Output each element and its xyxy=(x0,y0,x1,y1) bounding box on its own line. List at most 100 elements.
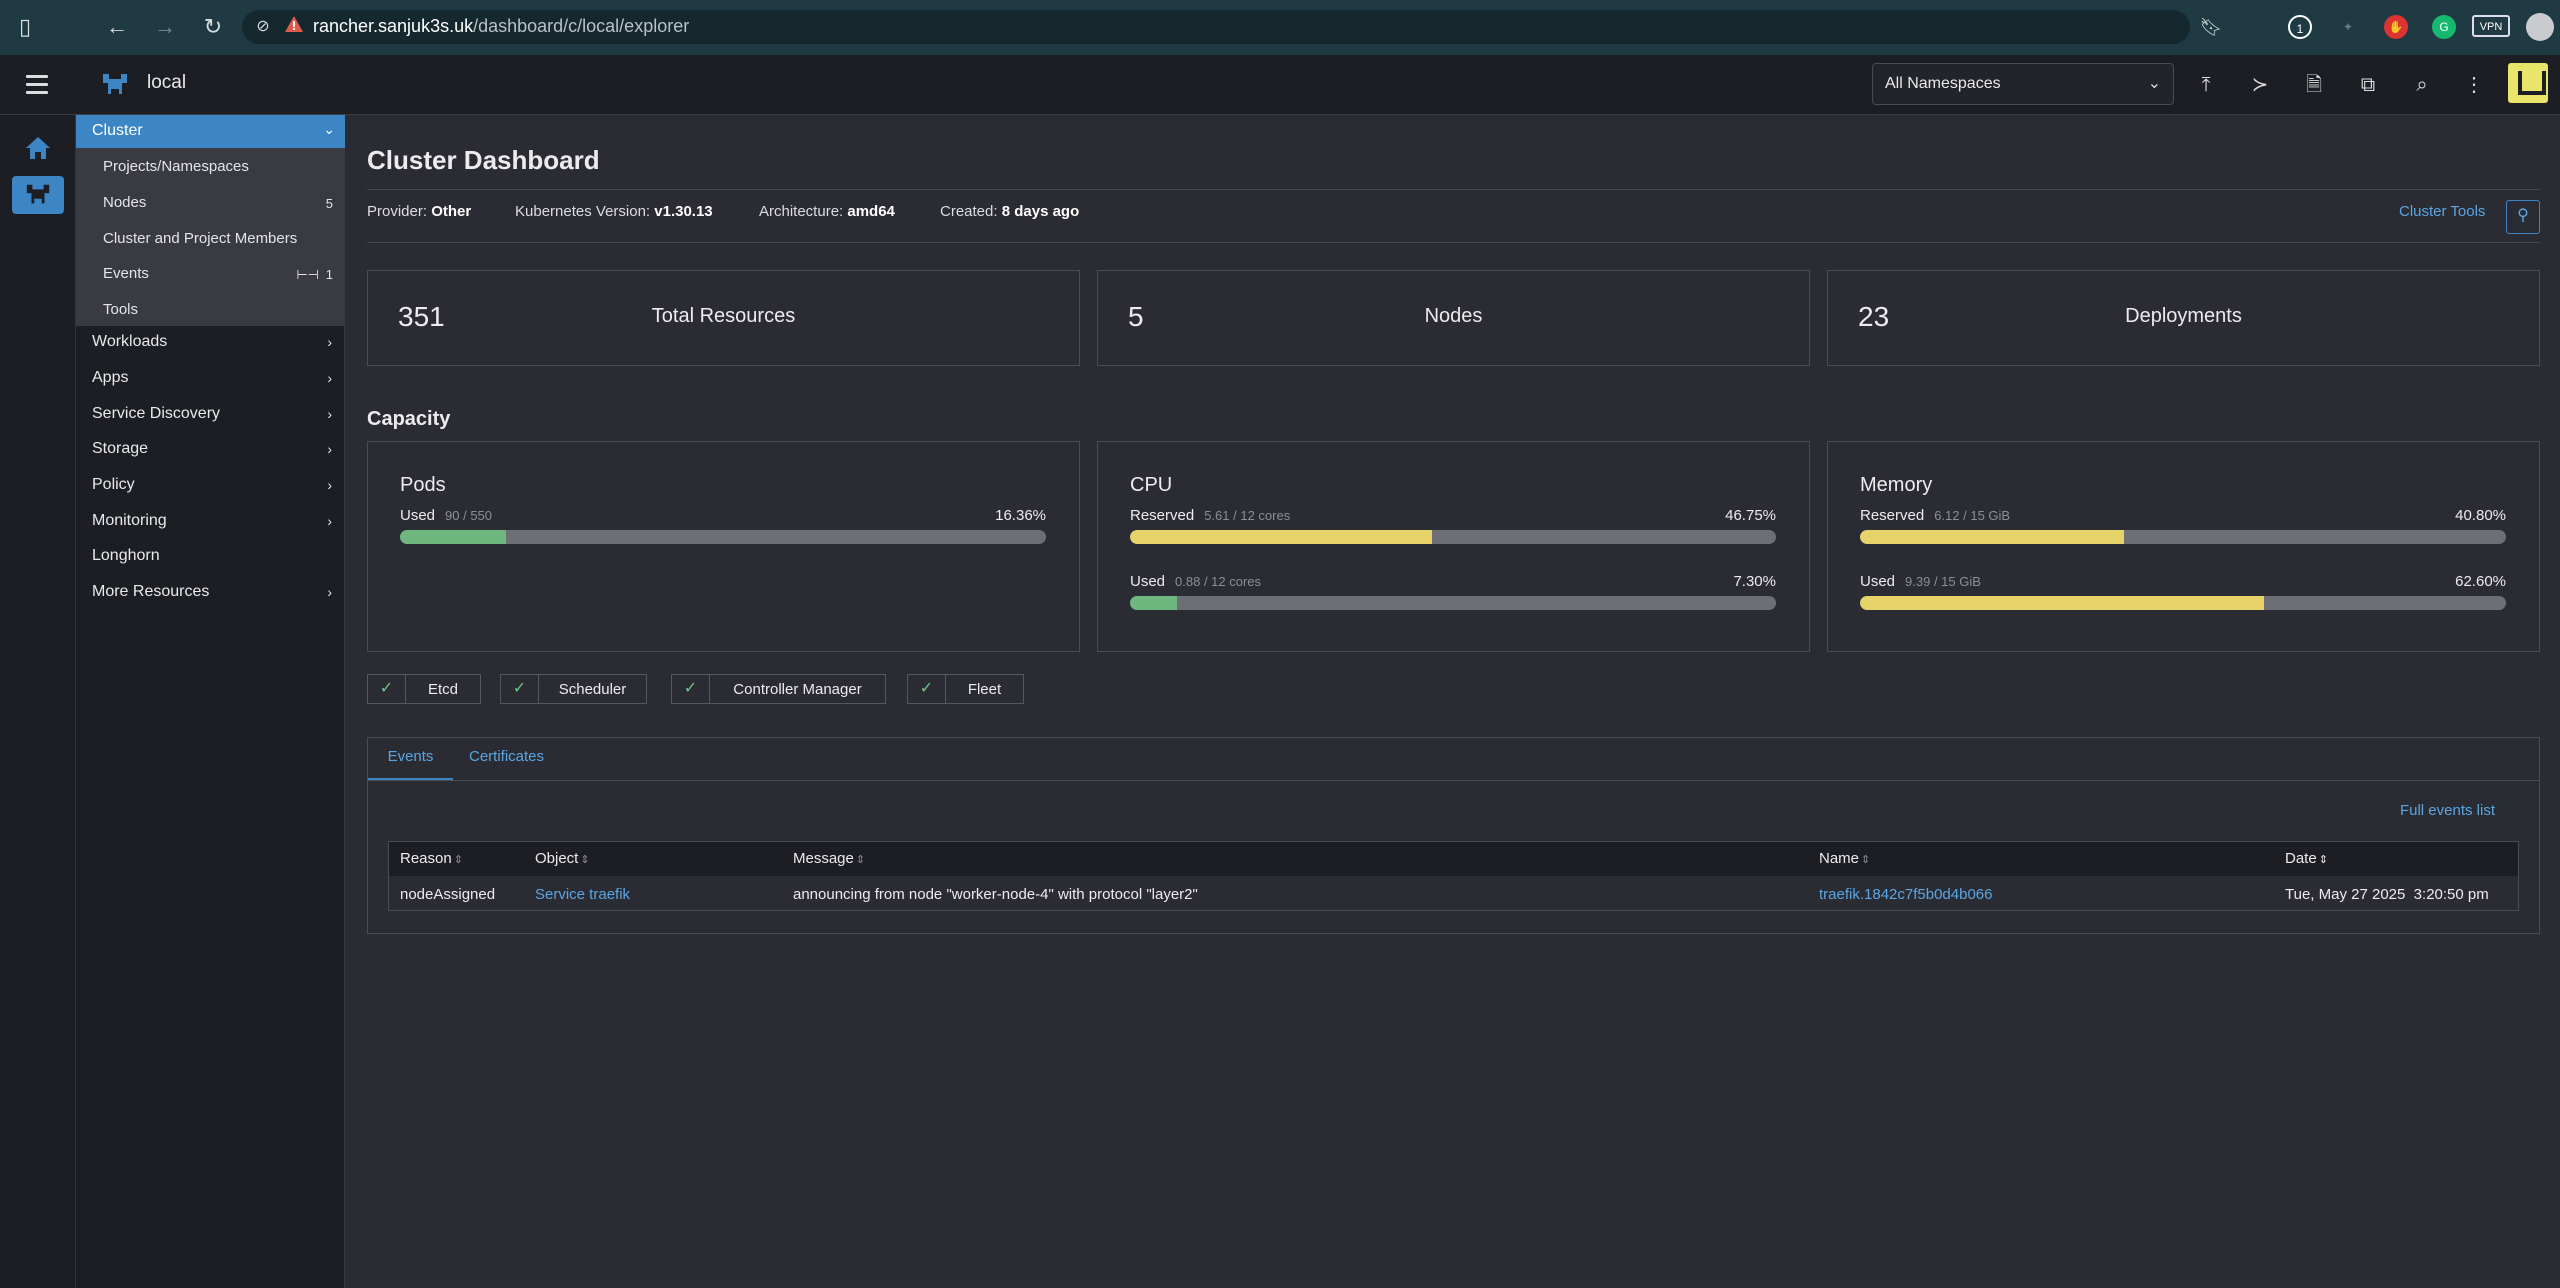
adblock-icon[interactable]: ✋ xyxy=(2384,15,2408,39)
sidebar-toggle-icon[interactable]: ▯ xyxy=(12,14,38,40)
nav-item-storage[interactable]: Storage xyxy=(92,440,148,458)
tab-events[interactable]: Events xyxy=(368,738,453,780)
nav-group-cluster[interactable]: Cluster ⌄ xyxy=(76,115,345,148)
column-header-object[interactable]: Object ⇕ xyxy=(535,850,590,867)
column-header-reason[interactable]: Reason ⇕ xyxy=(400,850,463,867)
chevron-right-icon: › xyxy=(327,406,332,422)
nav-item-workloads[interactable]: Workloads xyxy=(92,333,167,351)
count-card-deployments[interactable]: 23 Deployments xyxy=(1827,270,2540,366)
vpn-icon[interactable]: VPN xyxy=(2472,15,2510,37)
nav-item-cluster-project-members[interactable]: Cluster and Project Members xyxy=(103,230,297,247)
check-icon: ✓ xyxy=(672,675,710,703)
copy-kubeconfig-icon[interactable]: ⧉ xyxy=(2354,71,2382,99)
check-icon: ✓ xyxy=(908,675,946,703)
capacity-card-cpu: CPU Reserved 5.61 / 12 cores 46.75% Used 0… xyxy=(1097,441,1810,652)
more-options-icon[interactable]: ⋮ xyxy=(2460,71,2488,99)
home-icon[interactable] xyxy=(24,134,52,162)
nav-item-nodes[interactable]: Nodes xyxy=(103,194,146,211)
nav-item-apps[interactable]: Apps xyxy=(92,369,128,387)
nav-item-policy[interactable]: Policy xyxy=(92,476,135,494)
extension-icon[interactable]: ✦ xyxy=(2336,15,2360,39)
component-status-etcd: ✓ Etcd xyxy=(367,674,481,704)
search-icon[interactable]: ⌕ xyxy=(2408,71,2436,99)
capacity-title: Capacity xyxy=(367,408,451,430)
column-header-message[interactable]: Message ⇕ xyxy=(793,850,865,867)
browser-toolbar: ▯ ← → ↻ ⊘ rancher.sanjuk3s.uk/dashboard/… xyxy=(0,0,2560,55)
check-icon: ✓ xyxy=(368,675,406,703)
progress-fill xyxy=(1130,596,1178,610)
back-icon[interactable]: ← xyxy=(104,14,130,40)
bar-percent: 7.30% xyxy=(1733,573,1776,590)
capacity-card-memory: Memory Reserved 6.12 / 15 GiB 40.80% Used… xyxy=(1827,441,2540,652)
progress-track xyxy=(1860,530,2506,544)
bar-percent: 62.60% xyxy=(2455,573,2506,590)
password-manager-icon[interactable]: 1 xyxy=(2288,15,2312,39)
progress-fill xyxy=(1860,596,2265,610)
bar-label: Used 9.39 / 15 GiB xyxy=(1860,573,1981,590)
user-avatar[interactable] xyxy=(2508,63,2548,103)
grammarly-icon[interactable]: G xyxy=(2432,15,2456,39)
meta-provider: Provider: Other xyxy=(367,203,472,220)
nav-item-events[interactable]: Events xyxy=(103,265,149,282)
component-status-scheduler: ✓ Scheduler xyxy=(500,674,647,704)
app-header: local All Namespaces ⌄ ⤒ ≻ 🗎︎ ⧉ ⌕ ⋮ xyxy=(0,55,2560,115)
nav-item-monitoring[interactable]: Monitoring xyxy=(92,512,167,530)
events-count: 1 xyxy=(325,267,333,282)
nav-item-longhorn[interactable]: Longhorn xyxy=(92,547,160,565)
cell-name-link[interactable]: traefik.1842c7f5b0d4b066 xyxy=(1819,886,1992,903)
nav-item-service-discovery[interactable]: Service Discovery xyxy=(92,405,220,423)
import-yaml-icon[interactable]: ⤒ xyxy=(2192,71,2220,99)
nav-item-more-resources[interactable]: More Resources xyxy=(92,583,209,601)
bookmark-icon[interactable]: 🔖︎ xyxy=(2198,14,2224,40)
url-text[interactable]: rancher.sanjuk3s.uk/dashboard/c/local/ex… xyxy=(313,16,689,37)
profile-avatar[interactable] xyxy=(2526,13,2554,41)
count-card-nodes[interactable]: 5 Nodes xyxy=(1097,270,1810,366)
count-card-total-resources[interactable]: 351 Total Resources xyxy=(367,270,1080,366)
progress-fill xyxy=(1130,530,1432,544)
column-header-name[interactable]: Name ⇕ xyxy=(1819,850,1870,867)
kubeconfig-file-icon[interactable]: 🗎︎ xyxy=(2300,71,2328,99)
chevron-right-icon: › xyxy=(327,513,332,529)
forward-icon[interactable]: → xyxy=(152,14,178,40)
meta-architecture: Architecture: amd64 xyxy=(759,203,895,220)
tab-certificates[interactable]: Certificates xyxy=(469,738,544,780)
nav-item-tools[interactable]: Tools xyxy=(103,301,138,318)
cell-reason: nodeAssigned xyxy=(400,886,496,903)
capacity-card-title: Memory xyxy=(1860,474,1933,496)
component-name: Fleet xyxy=(967,681,1002,698)
cell-object-link[interactable]: Service traefik xyxy=(535,886,630,903)
table-header: Reason ⇕ Object ⇕ Message ⇕ Name ⇕ Date ⇕ xyxy=(389,842,2518,876)
chevron-down-icon: ⌄ xyxy=(323,121,335,137)
bar-label: Used 90 / 550 xyxy=(400,507,493,524)
progress-track xyxy=(400,530,1046,544)
rail-cluster-button[interactable] xyxy=(12,176,64,214)
cluster-tools-button[interactable]: ⚲ xyxy=(2506,200,2540,234)
meta-created: Created: 8 days ago xyxy=(940,203,1080,220)
count-label: Total Resources xyxy=(651,305,796,327)
namespace-select[interactable]: All Namespaces ⌄ xyxy=(1872,63,2174,105)
capacity-card-title: Pods xyxy=(400,474,446,496)
chevron-right-icon: › xyxy=(327,477,332,493)
bar-label: Reserved 6.12 / 15 GiB xyxy=(1860,507,2011,524)
check-icon: ✓ xyxy=(501,675,539,703)
meta-kubernetes-version: Kubernetes Version: v1.30.13 xyxy=(515,203,713,220)
not-secure-icon[interactable] xyxy=(284,14,304,34)
nav-item-projects-namespaces[interactable]: Projects/Namespaces xyxy=(103,158,249,175)
menu-icon[interactable] xyxy=(26,75,48,99)
reload-icon[interactable]: ↻ xyxy=(200,14,226,40)
progress-fill xyxy=(1860,530,2124,544)
full-events-link[interactable]: Full events list xyxy=(2400,802,2495,819)
pin-icon: ⚲ xyxy=(2517,207,2529,224)
bar-percent: 16.36% xyxy=(995,507,1046,524)
cluster-tools-link[interactable]: Cluster Tools xyxy=(2399,203,2485,220)
bar-label: Used 0.88 / 12 cores xyxy=(1130,573,1262,590)
site-settings-icon[interactable]: ⊘ xyxy=(250,14,276,40)
cell-message: announcing from node "worker-node-4" wit… xyxy=(793,886,1198,903)
kubectl-shell-icon[interactable]: ≻ xyxy=(2246,71,2274,99)
component-name: Controller Manager xyxy=(733,681,862,698)
column-header-date[interactable]: Date ⇕ xyxy=(2285,850,2328,867)
chevron-right-icon: › xyxy=(327,584,332,600)
events-table: Reason ⇕ Object ⇕ Message ⇕ Name ⇕ Date ⇕ nod… xyxy=(388,841,2519,911)
cluster-icon xyxy=(26,184,50,204)
cluster-name[interactable]: local xyxy=(147,72,186,94)
